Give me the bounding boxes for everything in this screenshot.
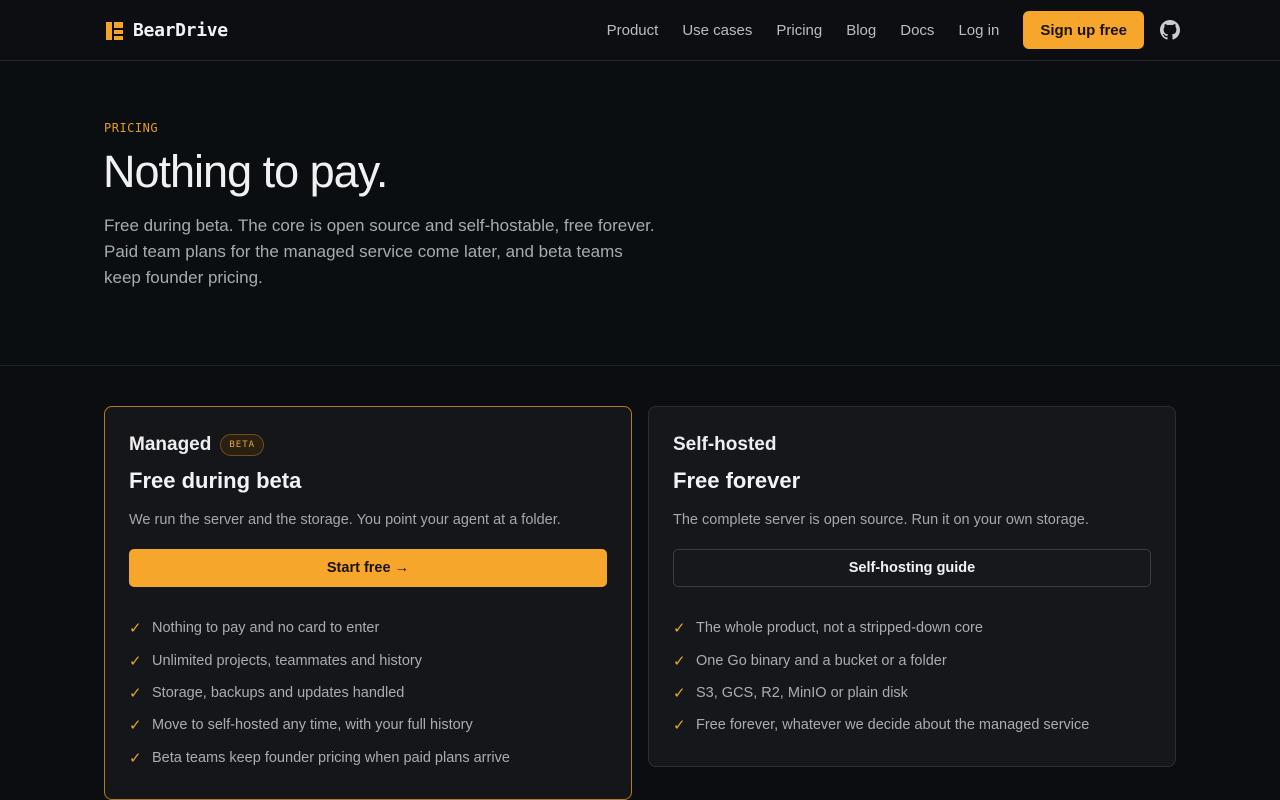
feature-item: ✓ The whole product, not a stripped-down … [673,612,1151,644]
feature-item: ✓ Nothing to pay and no card to enter [129,612,607,644]
check-icon: ✓ [673,684,686,702]
feature-text: Beta teams keep founder pricing when pai… [152,749,510,766]
feature-text: Nothing to pay and no card to enter [152,620,380,637]
nav-links: Product Use cases Pricing Blog Docs Log … [607,11,1180,49]
nav-link-docs[interactable]: Docs [900,22,934,39]
feature-text: S3, GCS, R2, MinIO or plain disk [696,684,908,701]
plan-price: Free during beta [129,468,302,493]
plan-card-self-hosted: Self-hosted Free forever The complete se… [648,406,1176,767]
page-subtitle: Free during beta. The core is open sourc… [104,216,655,287]
feature-item: ✓ Unlimited projects, teammates and histo… [129,644,607,676]
signup-button[interactable]: Sign up free [1023,11,1144,49]
feature-text: Free forever, whatever we decide about t… [696,717,1090,734]
feature-text: Unlimited projects, teammates and histor… [152,652,422,669]
nav-link-pricing[interactable]: Pricing [776,22,822,39]
section-eyebrow: PRICING [104,121,159,135]
feature-list: ✓ Nothing to pay and no card to enter ✓ Un… [129,612,607,774]
check-icon: ✓ [673,620,686,638]
brand-logo[interactable]: BearDrive [106,20,228,41]
plan-card-managed: Managed BETA Free during beta We run the… [104,406,632,800]
nav-link-blog[interactable]: Blog [846,22,876,39]
feature-item: ✓ Beta teams keep founder pricing when pa… [129,742,607,774]
check-icon: ✓ [129,652,142,670]
hero-section: PRICING Nothing to pay. Free during beta… [0,62,1280,366]
plan-description: We run the server and the storage. You p… [129,512,561,528]
nav-link-use-cases[interactable]: Use cases [682,22,752,39]
check-icon: ✓ [129,717,142,735]
beta-badge: BETA [220,434,265,456]
feature-list: ✓ The whole product, not a stripped-down … [673,612,1151,742]
check-icon: ✓ [129,749,142,767]
feature-item: ✓ S3, GCS, R2, MinIO or plain disk [673,677,1151,709]
plan-description: The complete server is open source. Run … [673,512,1089,528]
check-icon: ✓ [673,652,686,670]
plan-name: Managed [129,434,212,455]
check-icon: ✓ [673,717,686,735]
top-nav: BearDrive Product Use cases Pricing Blog… [0,0,1280,61]
feature-text: The whole product, not a stripped-down c… [696,620,983,637]
check-icon: ✓ [129,684,142,702]
page-title: Nothing to pay. [103,146,388,197]
github-icon[interactable] [1160,20,1180,40]
beardrive-logo-icon [106,21,123,40]
feature-text: One Go binary and a bucket or a folder [696,652,947,669]
nav-link-product[interactable]: Product [607,22,659,39]
nav-link-login[interactable]: Log in [958,22,999,39]
feature-item: ✓ Storage, backups and updates handled [129,677,607,709]
self-hosting-guide-button[interactable]: Self-hosting guide [673,549,1151,587]
feature-item: ✓ One Go binary and a bucket or a folder [673,644,1151,676]
feature-item: ✓ Move to self-hosted any time, with your… [129,709,607,741]
brand-name: BearDrive [133,20,228,41]
plan-price: Free forever [673,468,801,493]
feature-item: ✓ Free forever, whatever we decide about … [673,709,1151,741]
start-free-button[interactable]: Start free → [129,549,607,587]
feature-text: Storage, backups and updates handled [152,684,405,701]
check-icon: ✓ [129,620,142,638]
plan-name: Self-hosted [673,434,777,455]
feature-text: Move to self-hosted any time, with your … [152,717,473,734]
